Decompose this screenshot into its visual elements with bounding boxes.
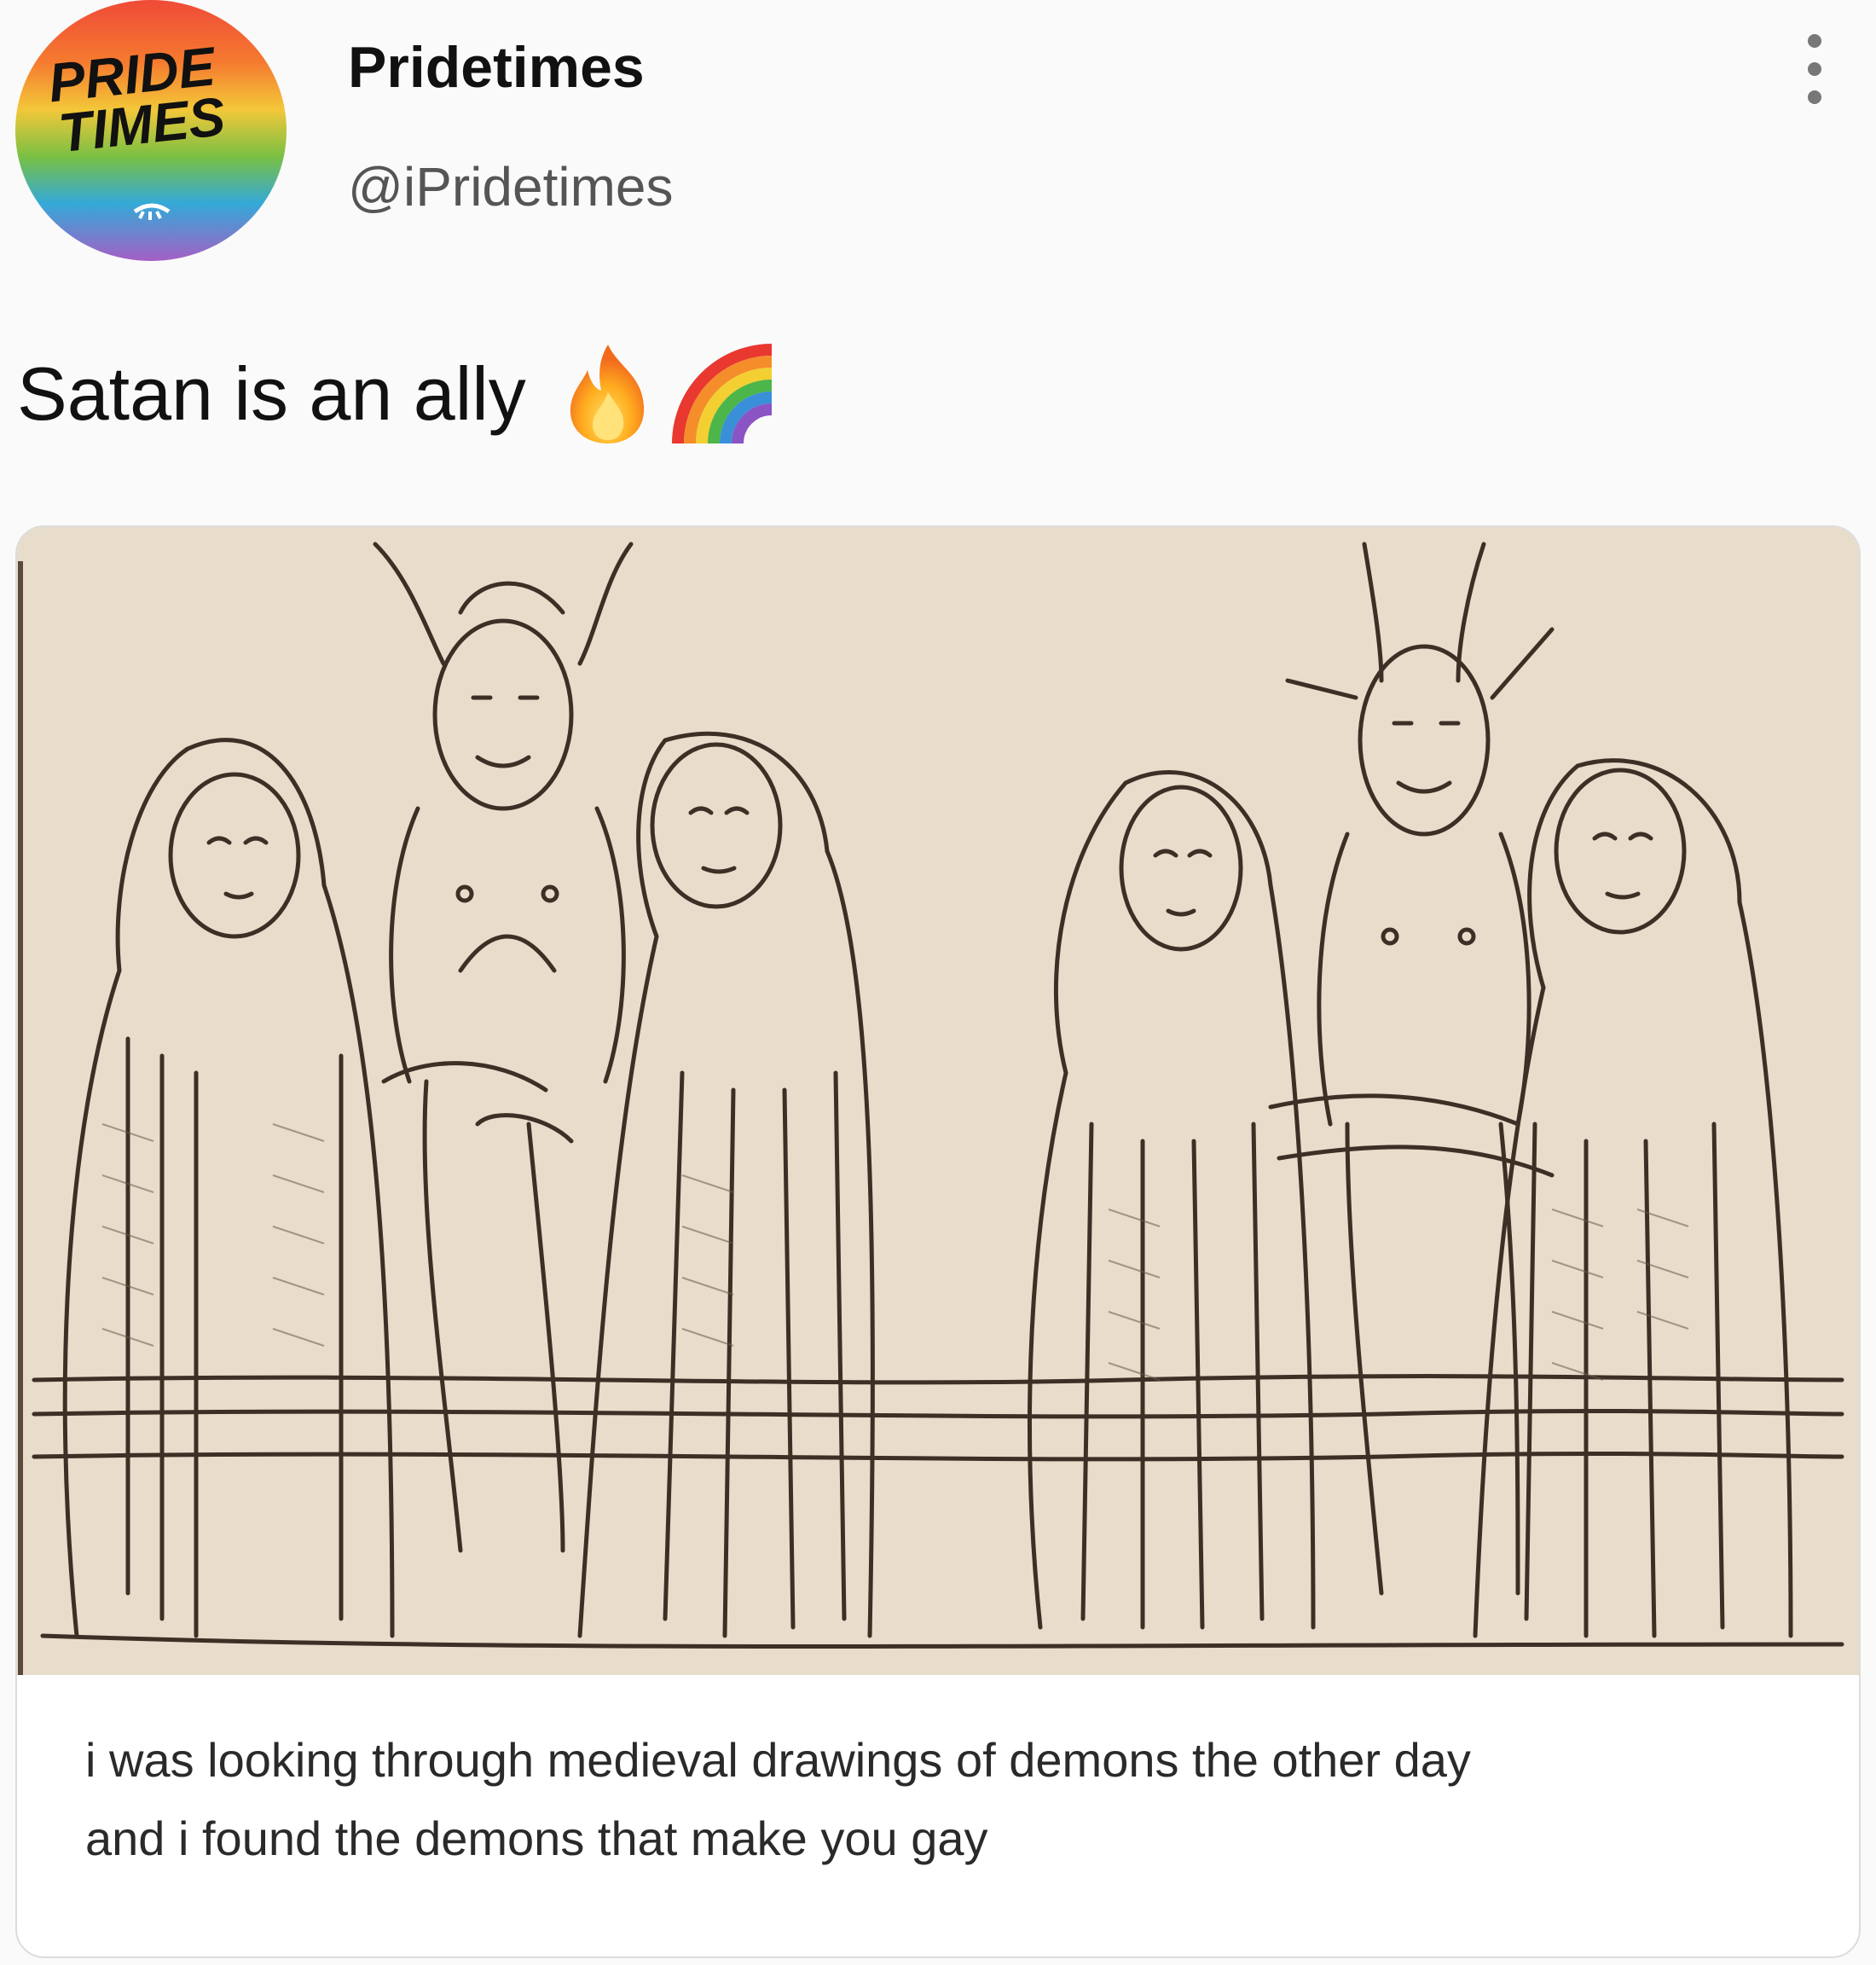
card-image[interactable] [17, 527, 1859, 1675]
fire-icon [570, 345, 644, 443]
more-vertical-icon [1808, 34, 1821, 104]
caption-line-2: and i found the demons that make you gay [85, 1811, 988, 1865]
linked-post-card[interactable]: i was looking through medieval drawings … [15, 525, 1861, 1958]
tweet-emojis [557, 341, 780, 447]
rainbow-icon [671, 344, 773, 444]
card-caption: i was looking through medieval drawings … [85, 1721, 1791, 1878]
tweet-body: Satan is an ally [17, 341, 780, 447]
more-options-button[interactable] [1789, 22, 1840, 116]
display-name[interactable]: Pridetimes [348, 34, 645, 101]
tweet-text: Satan is an ally [17, 351, 526, 436]
caption-line-1: i was looking through medieval drawings … [85, 1733, 1471, 1787]
user-handle[interactable]: @iPridetimes [348, 155, 674, 218]
pride-times-logo-icon: PRIDE TIMES [45, 35, 229, 220]
medieval-woodcut-demons-illustration-icon [17, 527, 1859, 1675]
tweet-header: PRIDE TIMES Pridetimes @iPridetimes [0, 0, 1876, 281]
avatar[interactable]: PRIDE TIMES [15, 0, 287, 261]
